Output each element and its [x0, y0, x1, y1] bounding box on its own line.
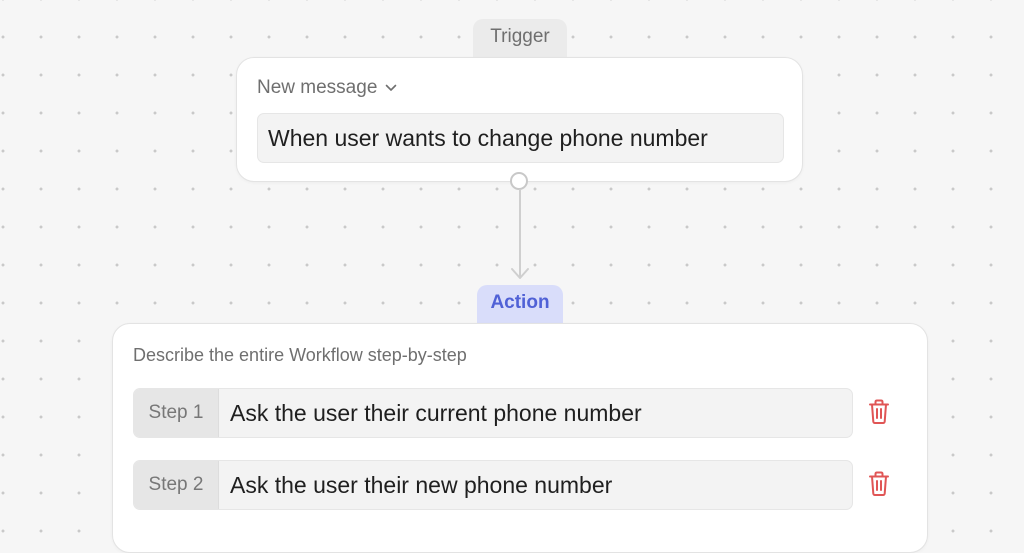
trigger-tag: Trigger	[473, 19, 567, 57]
step-label: Step 1	[134, 389, 219, 437]
connection-port[interactable]	[510, 172, 528, 190]
trigger-condition-text: When user wants to change phone number	[268, 124, 708, 151]
step-text: Ask the user their current phone number	[230, 399, 642, 426]
action-card: Describe the entire Workflow step-by-ste…	[112, 323, 928, 553]
trigger-type-dropdown[interactable]: New message	[257, 77, 397, 99]
workflow-description-label: Describe the entire Workflow step-by-ste…	[133, 345, 467, 365]
trash-icon[interactable]	[868, 399, 890, 425]
step-text: Ask the user their new phone number	[230, 471, 613, 498]
trigger-type-label: New message	[257, 77, 378, 98]
trash-icon[interactable]	[868, 471, 890, 497]
step-row: Step 2 Ask the user their new phone numb…	[133, 460, 889, 510]
step-row: Step 1 Ask the user their current phone …	[133, 388, 889, 438]
connector-arrow	[511, 189, 529, 279]
trigger-condition-input[interactable]: When user wants to change phone number	[257, 113, 784, 163]
step-input[interactable]: Step 2 Ask the user their new phone numb…	[133, 460, 853, 510]
step-label: Step 2	[134, 461, 219, 509]
trigger-tag-label: Trigger	[490, 26, 550, 47]
chevron-down-icon	[386, 84, 397, 91]
action-tag: Action	[477, 285, 563, 323]
step-input[interactable]: Step 1 Ask the user their current phone …	[133, 388, 853, 438]
action-tag-label: Action	[490, 292, 550, 313]
trigger-card: New message When user wants to change ph…	[236, 57, 803, 182]
